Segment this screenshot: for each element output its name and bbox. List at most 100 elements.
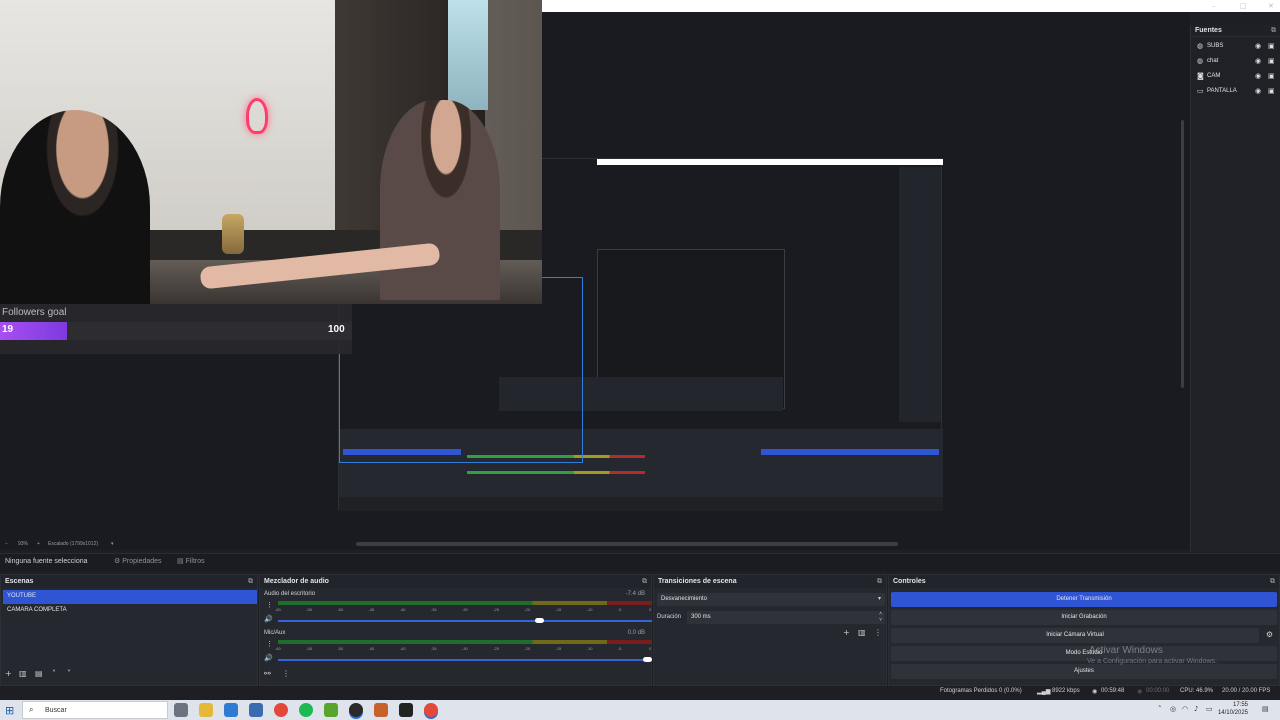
duration-value: 300 ms	[691, 614, 711, 620]
meter-tick-label: -25	[493, 646, 499, 651]
settings-button[interactable]: Ajustes	[891, 664, 1277, 679]
minecraft-icon[interactable]	[324, 703, 338, 717]
more-icon[interactable]: ⋮	[266, 601, 273, 609]
stop-streaming-button[interactable]: Detener Transmisión	[891, 592, 1277, 607]
popout-icon[interactable]: ⧉	[1270, 577, 1275, 586]
more-icon[interactable]: ⋮	[874, 628, 882, 637]
capcut-icon[interactable]	[399, 703, 413, 717]
lock-icon[interactable]: ▣	[1268, 57, 1275, 65]
zoom-out-icon[interactable]: −	[5, 541, 8, 547]
volume-knob[interactable]	[643, 657, 652, 662]
meter-tick-label: -5	[617, 646, 622, 651]
webcam-window	[448, 0, 488, 110]
transition-select[interactable]: Desvanecimiento ▾	[657, 593, 885, 606]
close-icon[interactable]: ✕	[1268, 2, 1274, 10]
filters-button[interactable]: ▤ Filtros	[177, 557, 205, 565]
webcam-person-right	[380, 100, 500, 300]
source-item-subs[interactable]: ◍ SUBS ◉ ▣	[1191, 39, 1280, 54]
add-icon[interactable]: +	[843, 628, 850, 637]
start-recording-button[interactable]: Iniciar Grabación	[891, 610, 1277, 625]
chevron-up-icon[interactable]: ˄	[52, 669, 56, 678]
controls-dock: Controles ⧉ Detener Transmisión Iniciar …	[888, 574, 1280, 686]
start-virtual-camera-button[interactable]: Iniciar Cámara Virtual	[891, 628, 1259, 643]
volume-slider[interactable]	[278, 659, 652, 661]
trash-icon[interactable]: ▥	[19, 669, 27, 678]
chrome-icon[interactable]	[274, 703, 288, 717]
minimize-icon[interactable]: –	[1212, 2, 1216, 10]
eye-icon[interactable]: ◉	[1255, 72, 1261, 80]
chevron-down-icon[interactable]: ▾	[111, 541, 114, 547]
task-view-icon[interactable]	[174, 703, 188, 717]
speaker-icon[interactable]: 🔊	[264, 654, 273, 662]
trash-icon[interactable]: ▥	[858, 628, 866, 637]
popout-icon[interactable]: ⧉	[877, 577, 882, 586]
source-item-pantalla[interactable]: ▭ PANTALLA ◉ ▣	[1191, 84, 1280, 99]
scene-label: CAMARA COMPLETA	[7, 607, 67, 613]
channel-db: 0.0 dB	[627, 630, 645, 636]
gear-icon[interactable]: ⚙	[1266, 630, 1273, 639]
studio-mode-button[interactable]: Modo Estudio	[891, 646, 1277, 661]
chevron-down-icon[interactable]: ˅	[67, 669, 71, 678]
wifi-icon[interactable]: ◠	[1182, 705, 1188, 713]
zoom-in-icon[interactable]: +	[37, 541, 40, 547]
eye-icon[interactable]: ◉	[1255, 57, 1261, 65]
game-launcher-icon[interactable]	[374, 703, 388, 717]
clock-time: 17:55	[1232, 702, 1248, 708]
tray-app-icon[interactable]: ◎	[1170, 705, 1176, 713]
source-item-cam[interactable]: ◙ CAM ◉ ▣	[1191, 69, 1280, 84]
speaker-icon[interactable]: 🔊	[264, 615, 273, 623]
mail-icon[interactable]	[224, 703, 238, 717]
preview-vertical-scrollbar[interactable]	[1181, 120, 1184, 388]
transitions-header: Transiciones de escena ⧉	[654, 575, 886, 588]
lock-icon[interactable]: ▣	[1268, 87, 1275, 95]
taskbar-clock[interactable]: 17:55 14/10/2025	[1218, 701, 1248, 717]
spotify-icon[interactable]	[299, 703, 313, 717]
store-icon[interactable]	[249, 703, 263, 717]
notifications-icon[interactable]: ▤	[1262, 705, 1269, 713]
link-icon[interactable]: ⚯	[264, 669, 271, 678]
eye-icon[interactable]: ◉	[1255, 42, 1261, 50]
popout-icon[interactable]: ⧉	[248, 577, 253, 586]
channel-db: -7.4 dB	[625, 591, 645, 597]
more-icon[interactable]: ⋮	[282, 669, 290, 678]
meter-tick-label: -50	[337, 646, 344, 651]
filter-icon[interactable]: ▤	[35, 669, 43, 678]
channel-name: Audio del escritorio	[264, 591, 316, 597]
scene-item-youtube[interactable]: YOUTUBE	[3, 590, 257, 604]
tray-chevron-up-icon[interactable]: ˄	[1158, 705, 1162, 713]
chrome-profile-icon[interactable]	[424, 703, 438, 717]
lock-icon[interactable]: ▣	[1268, 42, 1275, 50]
battery-icon[interactable]: ▭	[1206, 705, 1213, 713]
goal-current: 19	[2, 324, 14, 335]
meter-tick-label: -30	[462, 646, 468, 651]
properties-button[interactable]: ⚙ Propiedades	[114, 557, 162, 565]
nested-titlebar	[597, 159, 943, 165]
duration-input[interactable]: 300 ms ˄ ˅	[687, 611, 885, 624]
search-icon: ⌕	[29, 705, 34, 714]
meter-tick-label: -25	[493, 607, 499, 612]
preview-horizontal-scrollbar[interactable]	[356, 542, 898, 546]
lock-icon[interactable]: ▣	[1268, 72, 1275, 80]
context-bar: Ninguna fuente selecciona ⚙ Propiedades …	[0, 553, 1280, 571]
file-explorer-icon[interactable]	[199, 703, 213, 717]
obs-icon[interactable]	[349, 703, 363, 717]
eye-icon[interactable]: ◉	[1255, 87, 1261, 95]
volume-icon[interactable]: ♪	[1194, 705, 1198, 713]
source-item-chat[interactable]: ◍ chat ◉ ▣	[1191, 54, 1280, 69]
scene-item-camara-completa[interactable]: CAMARA COMPLETA	[3, 604, 257, 618]
controls-title: Controles	[893, 578, 926, 585]
popout-icon[interactable]: ⧉	[642, 577, 647, 586]
popout-icon[interactable]: ⧉	[1271, 27, 1276, 35]
add-icon[interactable]: +	[5, 669, 12, 678]
window-titlebar: – □ ✕	[542, 0, 1280, 12]
source-name: SUBS	[1207, 43, 1224, 49]
taskbar-search[interactable]: ⌕ Buscar	[22, 701, 168, 719]
volume-knob[interactable]	[534, 618, 544, 623]
clock-date: 14/10/2025	[1217, 710, 1248, 716]
button-label: Iniciar Cámara Virtual	[1046, 632, 1104, 638]
windows-start-icon[interactable]: ⊞	[5, 704, 14, 717]
maximize-icon[interactable]: □	[1240, 2, 1247, 10]
spin-icon[interactable]: ˄ ˅	[879, 611, 882, 623]
more-icon[interactable]: ⋮	[266, 640, 273, 648]
volume-slider[interactable]	[278, 620, 652, 622]
